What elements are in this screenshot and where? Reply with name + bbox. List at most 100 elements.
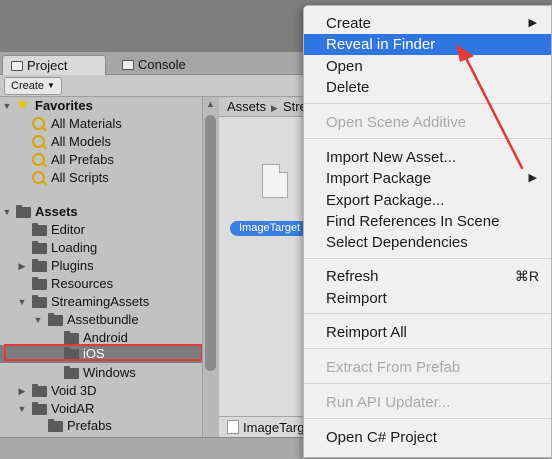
tree-item-resources[interactable]: Resources — [0, 275, 202, 293]
folder-icon — [32, 223, 47, 236]
tree-item-editor[interactable]: Editor — [0, 221, 202, 239]
tree-label: Favorites — [35, 98, 93, 113]
tree-item-voidar[interactable]: ▼ VoidAR — [0, 400, 202, 418]
menu-item-label: Create — [326, 15, 372, 32]
menu-item-label: Select Dependencies — [326, 234, 468, 251]
tree-item-void-3d[interactable]: ▶ Void 3D — [0, 382, 202, 400]
menu-item-label: Open — [326, 58, 363, 75]
menu-item-label: Refresh — [326, 268, 379, 285]
menu-item-delete[interactable]: Delete — [304, 77, 551, 98]
tree-label: Prefabs — [67, 418, 112, 433]
tree-item-loading[interactable]: Loading — [0, 239, 202, 257]
menu-item-label: Export Package... — [326, 192, 445, 209]
menu-item-find-references[interactable]: Find References In Scene — [304, 211, 551, 232]
folder-icon — [32, 259, 47, 272]
tree-label: Assets — [35, 204, 78, 219]
folder-icon — [32, 402, 47, 415]
tree-item-all-scripts[interactable]: All Scripts — [0, 169, 202, 187]
project-icon — [11, 61, 23, 71]
tree-item-all-models[interactable]: All Models — [0, 133, 202, 151]
menu-item-reimport-all[interactable]: Reimport All — [304, 322, 551, 343]
collapsed-arrow-icon[interactable]: ▶ — [17, 382, 27, 400]
menu-item-run-api-updater: Run API Updater... — [304, 392, 551, 413]
tree-assets[interactable]: ▼ Assets — [0, 203, 202, 221]
menu-item-import-package[interactable]: Import Package ▶ — [304, 168, 551, 189]
tab-project-label: Project — [27, 58, 68, 73]
folder-icon — [32, 384, 47, 397]
scrollbar-thumb[interactable] — [205, 115, 216, 371]
tree-label: Void 3D — [51, 383, 97, 398]
menu-item-reveal-in-finder[interactable]: Reveal in Finder — [304, 34, 551, 55]
expanded-arrow-icon[interactable]: ▼ — [17, 400, 27, 418]
create-button[interactable]: Create ▼ — [4, 77, 62, 95]
tree-item-plugins[interactable]: ▶ Plugins — [0, 257, 202, 275]
tree-item-streamingassets[interactable]: ▼ StreamingAssets — [0, 293, 202, 311]
tab-console[interactable]: Console — [114, 55, 214, 74]
asset-path-label: ImageTarg — [243, 420, 305, 435]
tree-item-all-materials[interactable]: All Materials — [0, 115, 202, 133]
tree-label: Plugins — [51, 258, 94, 273]
create-button-label: Create — [11, 80, 45, 92]
menu-item-extract-from-prefab: Extract From Prefab — [304, 357, 551, 378]
folder-icon — [32, 241, 47, 254]
tree-item-windows[interactable]: Windows — [0, 364, 202, 382]
folder-icon — [32, 277, 47, 290]
tree-label: Resources — [51, 276, 114, 291]
search-icon — [32, 153, 45, 166]
menu-separator — [304, 103, 551, 104]
menu-item-label: Extract From Prefab — [326, 359, 461, 376]
collapsed-arrow-icon[interactable]: ▶ — [17, 257, 27, 275]
submenu-arrow-icon: ▶ — [528, 17, 537, 29]
tree-label: StreamingAssets — [51, 294, 150, 309]
tab-console-label: Console — [138, 57, 186, 72]
tree-scrollbar[interactable]: ▲ — [202, 97, 219, 437]
menu-item-label: Reveal in Finder — [326, 36, 436, 53]
menu-item-reimport[interactable]: Reimport — [304, 288, 551, 309]
menu-separator — [304, 383, 551, 384]
folder-icon — [48, 313, 63, 326]
tree-item-prefabs[interactable]: Prefabs — [0, 417, 202, 435]
tree-favorites[interactable]: ▼ ★ Favorites — [0, 96, 202, 115]
shortcut-label: ⌘R — [514, 268, 539, 284]
file-icon[interactable] — [262, 164, 288, 198]
tree-label: All Materials — [51, 116, 122, 131]
menu-item-create[interactable]: Create ▶ — [304, 13, 551, 34]
menu-item-import-new-asset[interactable]: Import New Asset... — [304, 147, 551, 168]
menu-item-label: Reimport — [326, 290, 387, 307]
menu-item-refresh[interactable]: Refresh ⌘R — [304, 266, 551, 287]
breadcrumb-assets[interactable]: Assets — [227, 99, 266, 114]
tab-project[interactable]: Project — [2, 55, 106, 75]
expanded-arrow-icon[interactable]: ▼ — [33, 311, 43, 329]
menu-item-select-dependencies[interactable]: Select Dependencies — [304, 232, 551, 253]
scroll-up-icon[interactable]: ▲ — [206, 99, 215, 109]
breadcrumb-separator-icon: ▶ — [271, 103, 278, 113]
expanded-arrow-icon[interactable]: ▼ — [2, 97, 12, 115]
menu-separator — [304, 258, 551, 259]
menu-item-label: Import New Asset... — [326, 149, 457, 166]
expanded-arrow-icon[interactable]: ▼ — [2, 203, 12, 221]
menu-separator — [304, 138, 551, 139]
menu-item-open[interactable]: Open — [304, 56, 551, 77]
tree-label: Assetbundle — [67, 312, 139, 327]
tree-label: Editor — [51, 222, 85, 237]
folder-icon — [64, 331, 79, 344]
tree-item-all-prefabs[interactable]: All Prefabs — [0, 151, 202, 169]
folder-tree: ▼ ★ Favorites All Materials All Models A… — [0, 96, 202, 437]
tree-label: All Prefabs — [51, 152, 114, 167]
favorites-star-icon: ★ — [16, 96, 30, 113]
menu-item-label: Open Scene Additive — [326, 114, 467, 131]
dropdown-caret-icon: ▼ — [47, 81, 55, 90]
menu-item-open-csharp-project[interactable]: Open C# Project — [304, 427, 551, 448]
tree-label: All Scripts — [51, 170, 109, 185]
tree-label: VoidAR — [51, 401, 95, 416]
menu-separator — [304, 418, 551, 419]
folder-icon — [16, 205, 31, 218]
expanded-arrow-icon[interactable]: ▼ — [17, 293, 27, 311]
menu-item-export-package[interactable]: Export Package... — [304, 190, 551, 211]
tree-label: All Models — [51, 134, 111, 149]
search-icon — [32, 117, 45, 130]
menu-item-label: Run API Updater... — [326, 394, 451, 411]
folder-icon — [32, 295, 47, 308]
tree-item-assetbundle[interactable]: ▼ Assetbundle — [0, 311, 202, 329]
menu-item-label: Open C# Project — [326, 429, 437, 446]
